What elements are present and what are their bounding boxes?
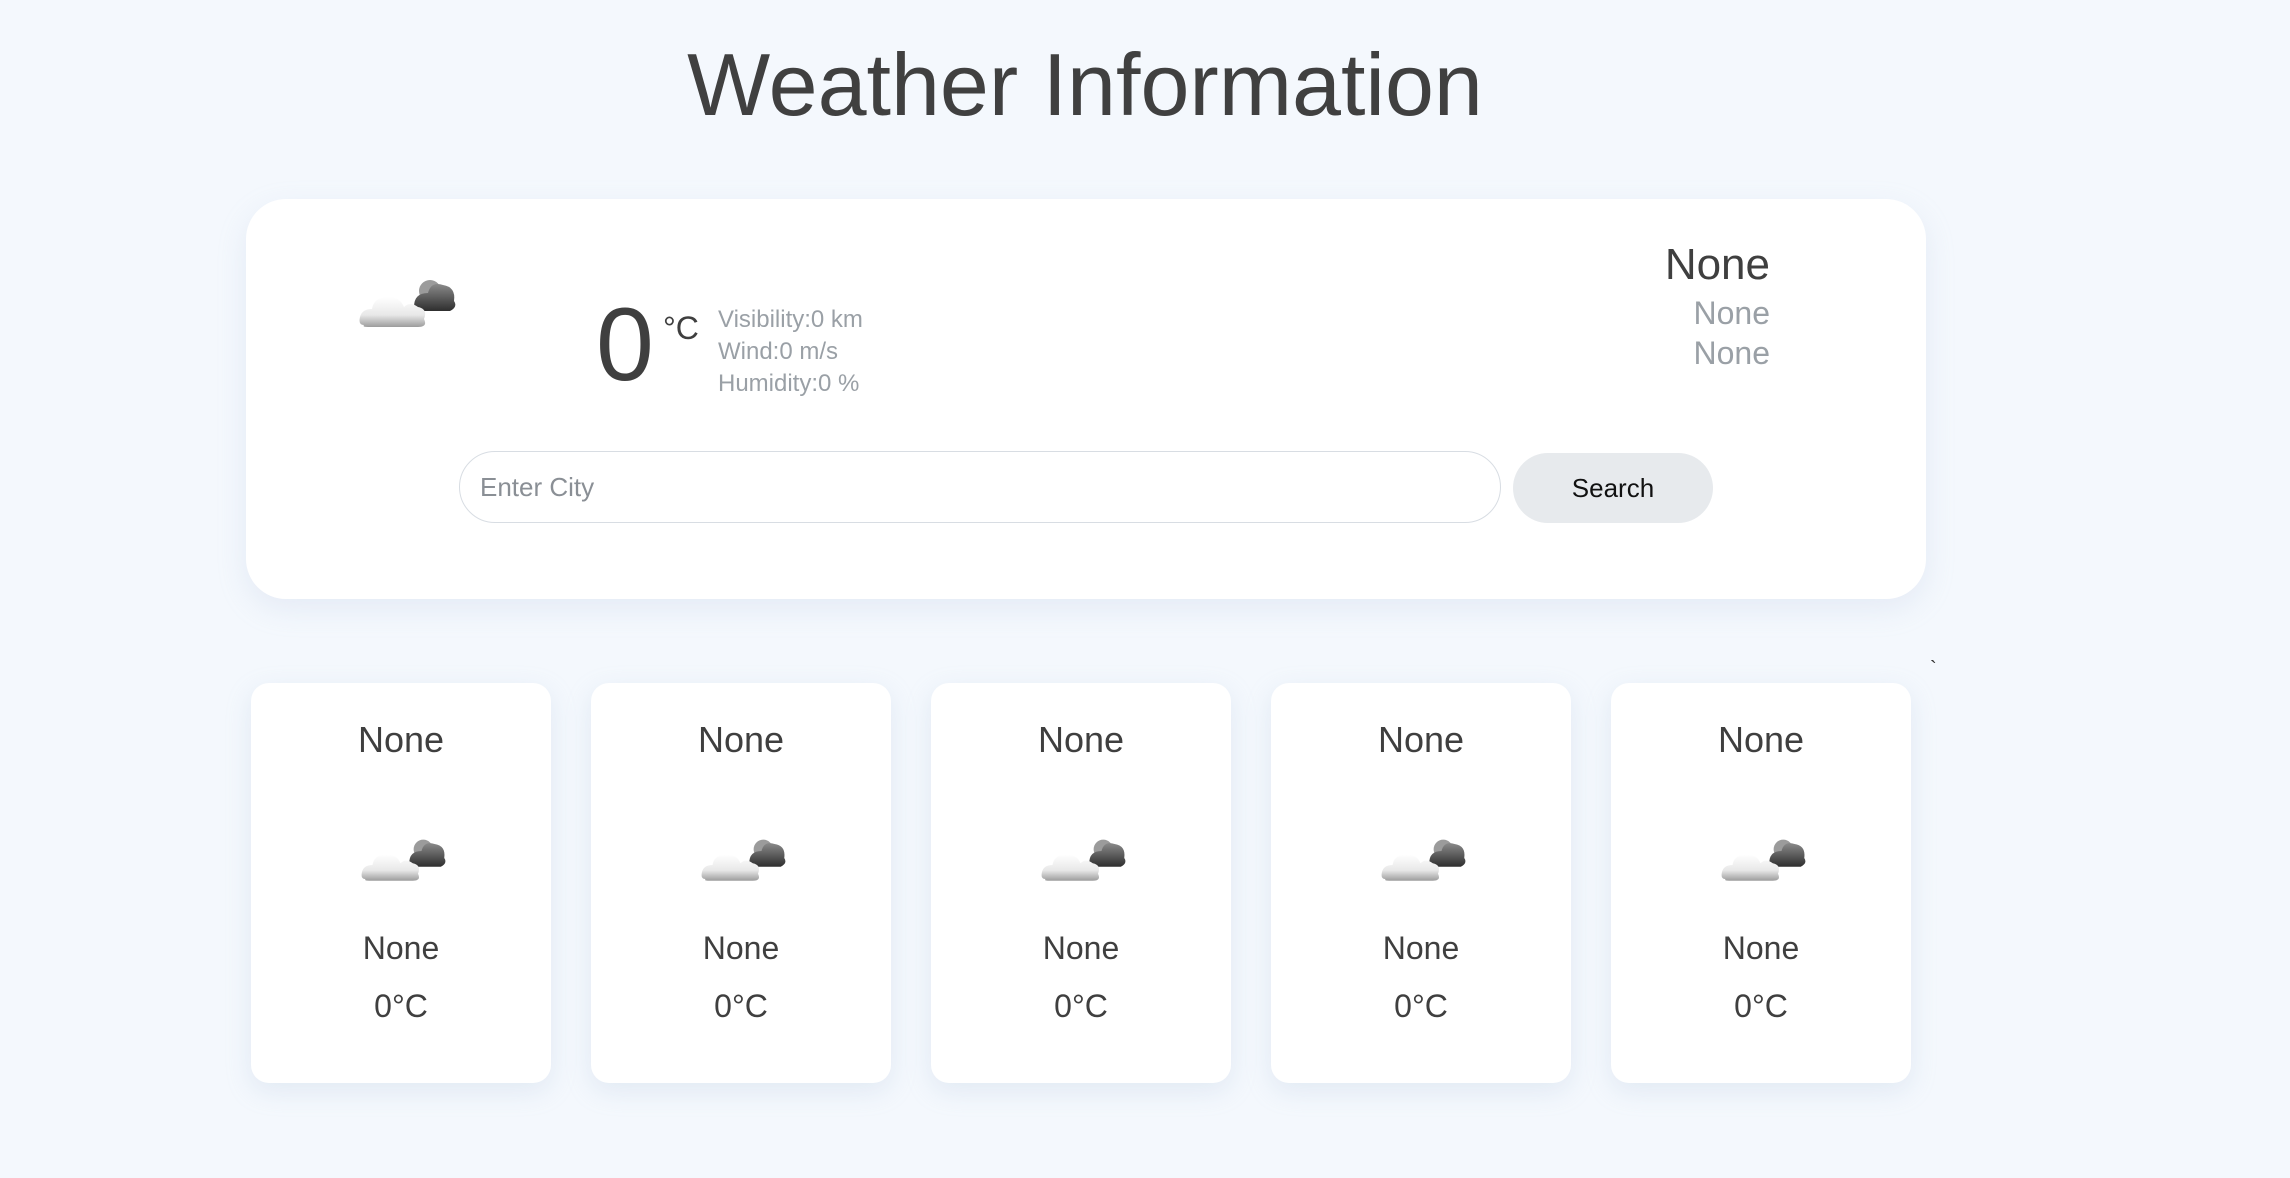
cloud-sun-icon — [359, 280, 456, 327]
search-button[interactable]: Search — [1513, 453, 1713, 523]
forecast-description: None — [1382, 930, 1460, 966]
cloud-sun-icon — [361, 839, 446, 881]
forecast-temperature: 0°C — [1054, 988, 1108, 1024]
forecast-temperature: 0°C — [1394, 988, 1448, 1024]
forecast-description: None — [362, 930, 440, 966]
city-search-input[interactable] — [459, 451, 1501, 523]
forecast-description: None — [702, 930, 780, 966]
forecast-day: None — [1377, 719, 1465, 760]
weather-details: Visibility:0 km Wind:0 m/s Humidity:0 % — [718, 304, 863, 400]
forecast-list: None None 0°C None None 0°C None None 0°… — [251, 683, 1911, 1083]
forecast-temperature: 0°C — [1734, 988, 1788, 1024]
cloud-sun-icon — [701, 839, 786, 881]
stray-backtick-text: ` — [1930, 658, 1937, 680]
forecast-day: None — [357, 719, 445, 760]
humidity-text: Humidity:0 % — [718, 370, 860, 397]
cloud-sun-icon — [1041, 839, 1126, 881]
location-line-2: None — [1693, 295, 1771, 331]
temperature-unit: °C — [663, 310, 699, 346]
wind-text: Wind:0 m/s — [718, 338, 839, 365]
forecast-day: None — [1717, 719, 1805, 760]
current-temperature: 0 — [596, 287, 654, 403]
forecast-card: None None 0°C — [251, 683, 551, 1083]
page-title: Weather Information — [687, 35, 1483, 134]
forecast-day: None — [1037, 719, 1125, 760]
visibility-text: Visibility:0 km — [718, 306, 863, 333]
forecast-card: None None 0°C — [1271, 683, 1571, 1083]
forecast-description: None — [1722, 930, 1800, 966]
location-info: None None None — [1665, 237, 1770, 373]
location-city: None — [1664, 240, 1770, 289]
forecast-temperature: 0°C — [374, 988, 428, 1024]
forecast-day: None — [697, 719, 785, 760]
forecast-card: None None 0°C — [1611, 683, 1911, 1083]
forecast-card: None None 0°C — [931, 683, 1231, 1083]
location-line-3: None — [1693, 335, 1771, 371]
cloud-sun-icon — [1381, 839, 1466, 881]
current-weather-card: 0 °C Visibility:0 km Wind:0 m/s Humidity… — [246, 199, 1926, 599]
forecast-description: None — [1042, 930, 1120, 966]
forecast-temperature: 0°C — [714, 988, 768, 1024]
cloud-sun-icon — [1721, 839, 1806, 881]
forecast-card: None None 0°C — [591, 683, 891, 1083]
